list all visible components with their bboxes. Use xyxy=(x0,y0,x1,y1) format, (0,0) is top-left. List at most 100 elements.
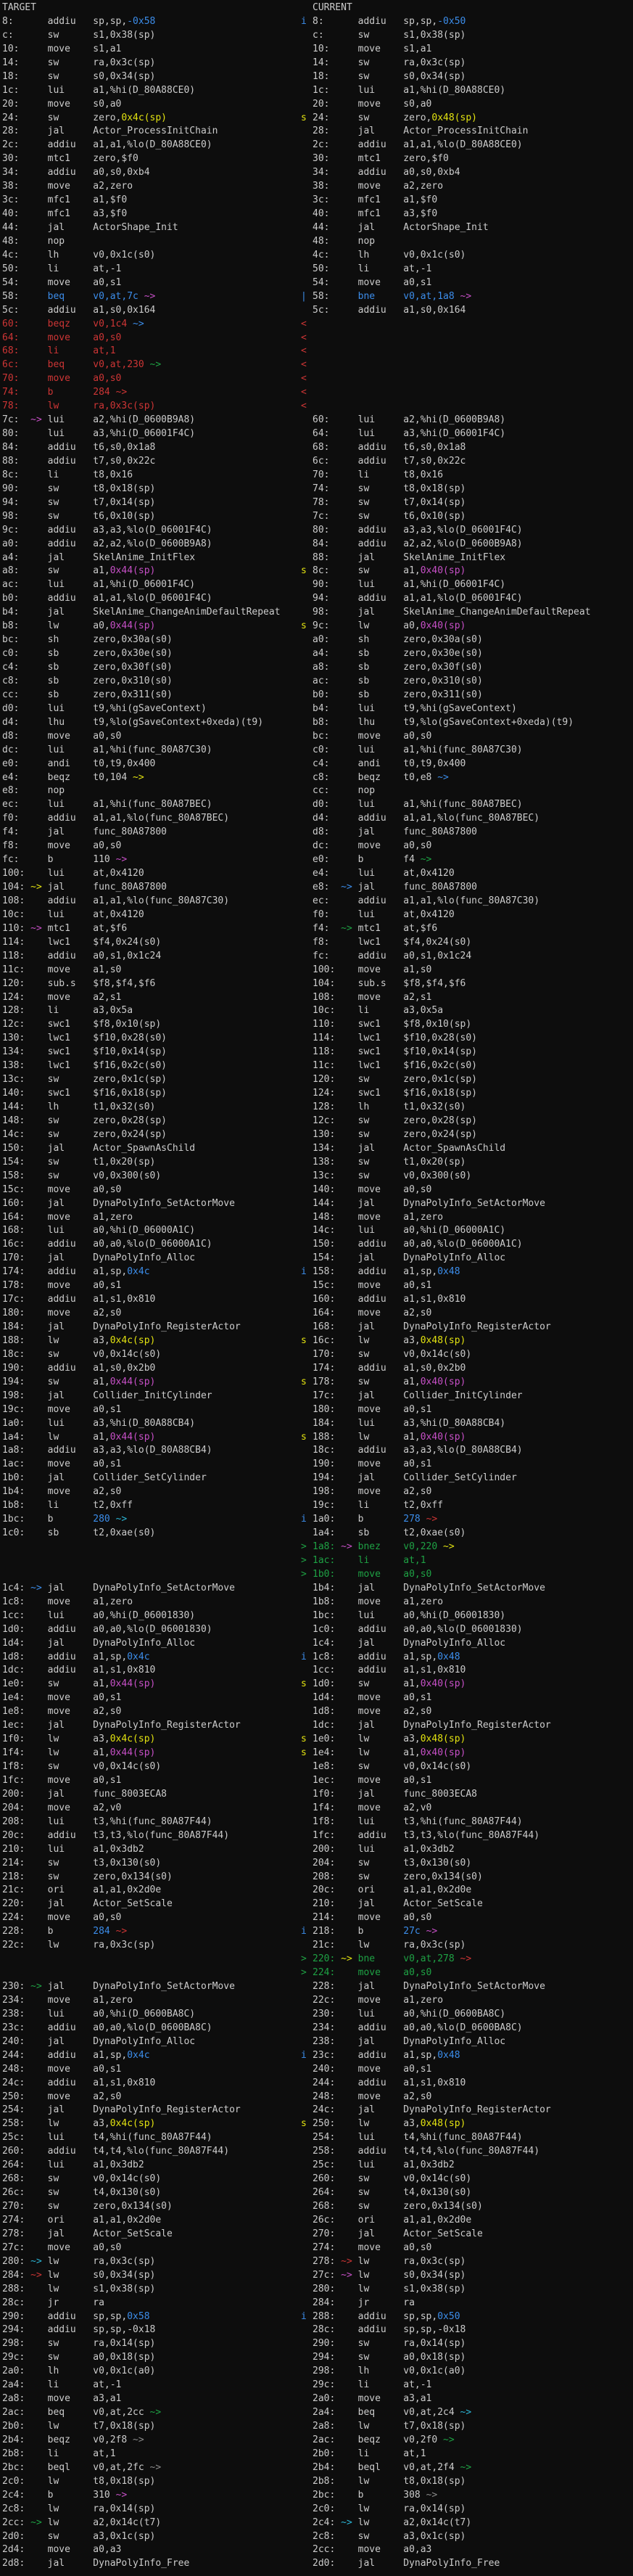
diff-marker xyxy=(301,1596,313,1610)
current-line: 4c: lh v0,0x1c(s0) xyxy=(313,250,633,263)
target-line: cc: sb zero,0x311(s0) xyxy=(2,689,301,703)
current-line: 78: sw t7,0x14(sp) xyxy=(313,497,633,511)
current-line: 2cc: move a0,a3 xyxy=(313,2544,633,2558)
asm-diff-row: 2b4: beqz v0,2f8 ~>2ac: beqz v0,2f0 ~> xyxy=(2,2435,633,2448)
diff-marker xyxy=(301,2215,313,2228)
asm-diff-row: 20: move s0,a020: move s0,a0 xyxy=(2,99,633,112)
asm-diff-row: 38: move a2,zero38: move a2,zero xyxy=(2,181,633,194)
asm-diff-row: f8: move a0,s0dc: move a0,s0 xyxy=(2,840,633,854)
target-line: 23c: addiu a0,a0,%lo(D_0600BA8C) xyxy=(2,2022,301,2036)
current-line: c0: lui a1,%hi(func_80A87C30) xyxy=(313,745,633,758)
target-line: dc: lui a1,%hi(func_80A87C30) xyxy=(2,745,301,758)
current-line: a0: sh zero,0x30a(s0) xyxy=(313,634,633,648)
current-line: 1b0: move a0,s0 xyxy=(313,1569,633,1583)
asm-diff-row: 94: sw t7,0x14(sp)78: sw t7,0x14(sp) xyxy=(2,497,633,511)
diff-marker xyxy=(301,277,313,291)
target-line: 128: li a3,0x5a xyxy=(2,1005,301,1019)
target-line: 224: move a0,s0 xyxy=(2,1912,301,1926)
diff-marker xyxy=(301,758,313,772)
diff-marker xyxy=(301,181,313,194)
asm-diff-row: 148: sw zero,0x28(sp)12c: sw zero,0x28(s… xyxy=(2,1115,633,1129)
diff-marker xyxy=(301,30,313,44)
asm-diff-row: 20c: addiu t3,t3,%lo(func_80A87F44)1fc: … xyxy=(2,1830,633,1844)
asm-diff-row: 64: move a0,s0< xyxy=(2,332,633,346)
current-line: 288: addiu sp,sp,0x50 xyxy=(313,2311,633,2325)
asm-diff-row: e4: beqz t0,104 ~>c8: beqz t0,e8 ~> xyxy=(2,772,633,786)
target-line: 2b0: lw t7,0x18(sp) xyxy=(2,2421,301,2435)
asm-diff-row: 5c: addiu a1,s0,0x1645c: addiu a1,s0,0x1… xyxy=(2,305,633,319)
current-line: 150: addiu a0,a0,%lo(D_06000A1C) xyxy=(313,1239,633,1252)
target-line: 40: mfc1 a3,$f0 xyxy=(2,208,301,222)
diff-marker xyxy=(301,2517,313,2531)
asm-diff-row: 44: jal ActorShape_Init44: jal ActorShap… xyxy=(2,222,633,236)
asm-diff-row: 284: ~> lw s0,0x34(sp)27c: ~> lw s0,0x34… xyxy=(2,2270,633,2284)
target-line: 204: move a2,v0 xyxy=(2,1802,301,1816)
current-line: 28: jal Actor_ProcessInitChain xyxy=(313,126,633,139)
target-line: f8: move a0,s0 xyxy=(2,840,301,854)
current-line: 2a4: beq v0,at,2c4 ~> xyxy=(313,2407,633,2421)
target-line: 13c: sw zero,0x1c(sp) xyxy=(2,1074,301,1088)
diff-marker xyxy=(301,1198,313,1212)
diff-marker xyxy=(301,689,313,703)
current-line: 10: move s1,a1 xyxy=(313,44,633,57)
diff-marker xyxy=(301,139,313,153)
asm-diff-row: 12c: swc1 $f8,0x10(sp)110: swc1 $f8,0x10… xyxy=(2,1019,633,1033)
diff-marker xyxy=(301,1102,313,1115)
target-line: 20c: addiu t3,t3,%lo(func_80A87F44) xyxy=(2,1830,301,1844)
diff-marker: i xyxy=(301,1514,313,1527)
diff-marker: s xyxy=(301,1335,313,1349)
diff-marker: i xyxy=(301,2050,313,2064)
diff-marker: s xyxy=(301,1747,313,1761)
asm-diff-row: 8c: li t8,0x1670: li t8,0x16 xyxy=(2,469,633,483)
current-line: 148: move a1,zero xyxy=(313,1212,633,1226)
target-line: 168: lui a0,%hi(D_06000A1C) xyxy=(2,1225,301,1239)
asm-diff-row: 108: addiu a1,a1,%lo(func_80A87C30)ec: a… xyxy=(2,895,633,909)
asm-diff-row: 178: move a0,s115c: move a0,s1 xyxy=(2,1280,633,1294)
target-line: 1a8: addiu a3,a3,%lo(D_80A88CB4) xyxy=(2,1445,301,1459)
diff-marker xyxy=(301,2490,313,2503)
diff-marker xyxy=(301,703,313,717)
diff-marker: < xyxy=(301,373,313,387)
asm-diff-row: 1e4: move a0,s11d4: move a0,s1 xyxy=(2,1692,633,1706)
target-line: 28: jal Actor_ProcessInitChain xyxy=(2,126,301,139)
asm-diff-row: 23c: addiu a0,a0,%lo(D_0600BA8C)234: add… xyxy=(2,2022,633,2036)
asm-diff-row: 19c: move a0,s1180: move a0,s1 xyxy=(2,1404,633,1418)
target-line: 1a0: lui a3,%hi(D_80A88CB4) xyxy=(2,1418,301,1432)
diff-marker xyxy=(301,1500,313,1514)
diff-marker: > xyxy=(301,1953,313,1967)
current-line: 104: sub.s $f8,$f4,$f6 xyxy=(313,978,633,992)
current-line: 9c: lw a0,0x40(sp) xyxy=(313,620,633,634)
diff-marker: < xyxy=(301,345,313,359)
diff-marker xyxy=(301,2366,313,2379)
diff-marker xyxy=(301,1046,313,1060)
current-line: 214: move a0,s0 xyxy=(313,1912,633,1926)
diff-marker xyxy=(301,1638,313,1652)
asm-diff-row: 1ac: move a0,s1190: move a0,s1 xyxy=(2,1459,633,1472)
current-line: 1e8: sw v0,0x14c(s0) xyxy=(313,1761,633,1775)
diff-marker xyxy=(301,1184,313,1198)
asm-diff-row: 168: lui a0,%hi(D_06000A1C)14c: lui a0,%… xyxy=(2,1225,633,1239)
target-line: 240: jal DynaPolyInfo_Alloc xyxy=(2,2036,301,2050)
diff-marker xyxy=(301,2146,313,2159)
asm-diff-row: e8: nop cc: nop xyxy=(2,785,633,799)
diff-marker: i xyxy=(301,1266,313,1280)
diff-marker xyxy=(301,2435,313,2448)
target-line: 140: swc1 $f16,0x18(sp) xyxy=(2,1088,301,1102)
asm-diff-row: 254: jal DynaPolyInfo_RegisterActor24c: … xyxy=(2,2104,633,2118)
asm-diff-row: 140: swc1 $f16,0x18(sp)124: swc1 $f16,0x… xyxy=(2,1088,633,1102)
current-line: 268: sw zero,0x134(s0) xyxy=(313,2201,633,2215)
current-line: 1a4: sb t2,0xae(s0) xyxy=(313,1527,633,1541)
current-line: 184: lui a3,%hi(D_80A88CB4) xyxy=(313,1418,633,1432)
current-line: 1c8: addiu a1,sp,0x48 xyxy=(313,1652,633,1665)
target-line: 2a4: li at,-1 xyxy=(2,2379,301,2393)
target-line: 38: move a2,zero xyxy=(2,181,301,194)
asm-diff-row: 2a4: li at,-129c: li at,-1 xyxy=(2,2379,633,2393)
asm-diff-row: 298: sw ra,0x14(sp)290: sw ra,0x14(sp) xyxy=(2,2338,633,2352)
asm-diff-row: 198: jal Collider_InitCylinder17c: jal C… xyxy=(2,1390,633,1404)
asm-diff-row: 248: move a0,s1240: move a0,s1 xyxy=(2,2064,633,2077)
asm-diff-row: f4: jal func_80A87800d8: jal func_80A878… xyxy=(2,826,633,840)
target-line: 29c: sw a0,0x18(sp) xyxy=(2,2352,301,2366)
asm-diff-row: 34: addiu a0,s0,0xb434: addiu a0,s0,0xb4 xyxy=(2,167,633,181)
target-line: 100: lui at,0x4120 xyxy=(2,868,301,882)
target-line: 30: mtc1 zero,$f0 xyxy=(2,153,301,167)
